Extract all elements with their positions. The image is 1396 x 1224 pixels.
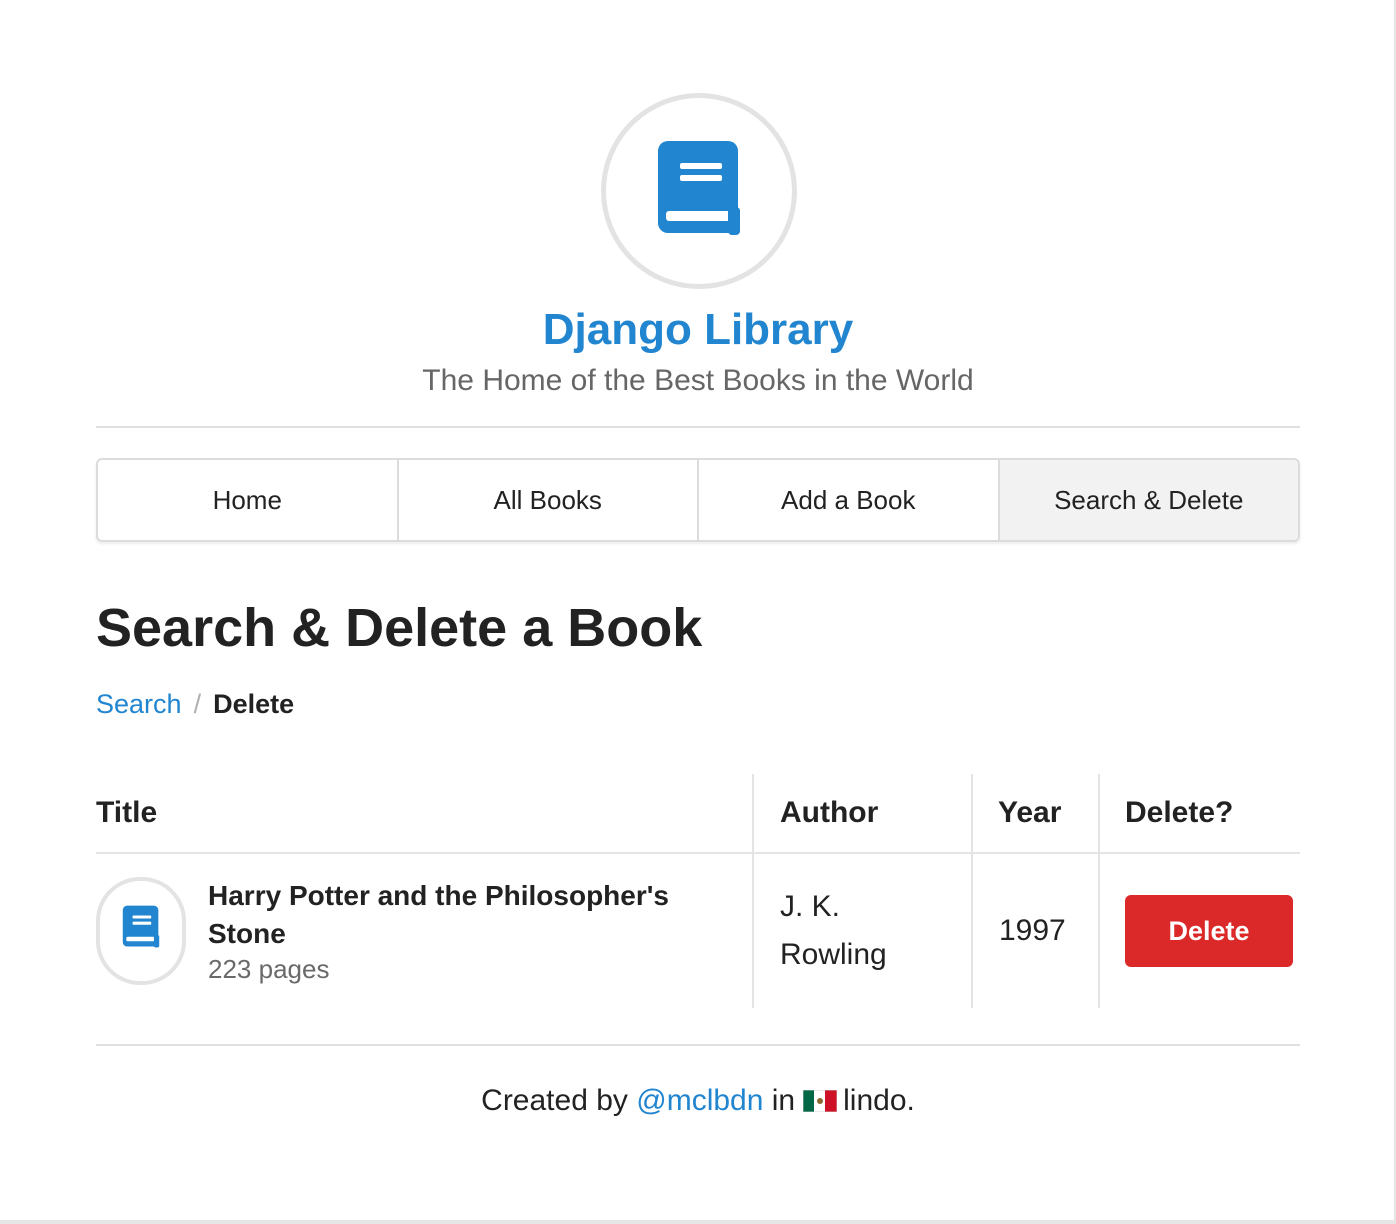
table-row-title-cell: Harry Potter and the Philosopher's Stone… bbox=[96, 854, 736, 1008]
column-header-year: Year bbox=[998, 796, 1062, 829]
page-title: Search & Delete a Book bbox=[96, 598, 703, 658]
column-header-title: Title bbox=[96, 796, 158, 829]
menu-item-search-delete[interactable]: Search & Delete bbox=[999, 460, 1298, 540]
footer-divider bbox=[96, 1044, 1300, 1046]
book-icon bbox=[654, 139, 744, 244]
footer-prefix: Created by bbox=[481, 1084, 628, 1117]
main-menu: Home All Books Add a Book Search & Delet… bbox=[96, 458, 1300, 542]
column-header-delete: Delete? bbox=[1125, 796, 1234, 829]
mexico-flag-icon bbox=[803, 1090, 838, 1112]
column-header-author: Author bbox=[780, 796, 879, 829]
site-title[interactable]: Django Library bbox=[96, 300, 1300, 360]
page: Django Library The Home of the Best Book… bbox=[0, 0, 1396, 1224]
footer-author-link[interactable]: @mclbdn bbox=[636, 1084, 763, 1117]
column-divider bbox=[752, 774, 754, 1008]
site-subtitle: The Home of the Best Books in the World bbox=[422, 364, 974, 397]
menu-item-home[interactable]: Home bbox=[98, 460, 399, 540]
table-row-author-cell: J. K. Rowling bbox=[780, 854, 970, 1008]
header-divider bbox=[96, 426, 1300, 428]
menu-item-add-book[interactable]: Add a Book bbox=[699, 460, 1000, 540]
breadcrumb: Search / Delete bbox=[96, 686, 294, 722]
breadcrumb-search-link[interactable]: Search bbox=[96, 689, 182, 719]
book-author: J. K. Rowling bbox=[780, 890, 887, 971]
delete-button[interactable]: Delete bbox=[1125, 895, 1293, 967]
breadcrumb-separator: / bbox=[193, 689, 202, 719]
book-year: 1997 bbox=[999, 914, 1066, 947]
footer-suffix: lindo. bbox=[843, 1084, 915, 1117]
breadcrumb-current: Delete bbox=[213, 689, 295, 719]
book-pages: 223 pages bbox=[208, 954, 330, 984]
menu-item-all-books[interactable]: All Books bbox=[399, 460, 699, 540]
book-title: Harry Potter and the Philosopher's Stone bbox=[208, 880, 669, 949]
table-row-delete-cell: Delete bbox=[1125, 854, 1300, 1008]
footer: Created by @mclbdn in lindo. bbox=[96, 1080, 1300, 1122]
book-info: Harry Potter and the Philosopher's Stone… bbox=[208, 877, 736, 985]
book-thumbnail bbox=[96, 877, 186, 985]
column-divider bbox=[971, 774, 973, 1008]
logo bbox=[601, 93, 797, 289]
book-icon bbox=[121, 904, 161, 958]
footer-middle: in bbox=[771, 1084, 796, 1117]
table-row-year-cell: 1997 bbox=[999, 854, 1099, 1008]
